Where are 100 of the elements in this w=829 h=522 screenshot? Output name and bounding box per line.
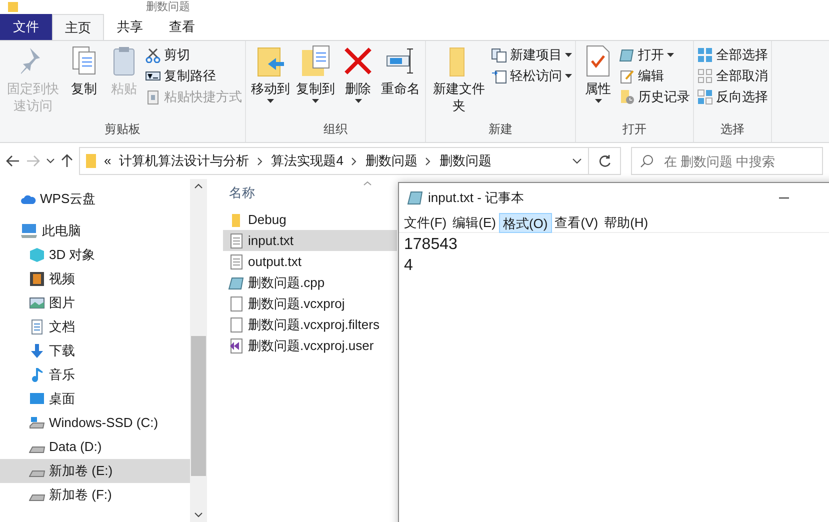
menu-item[interactable]: 格式(O) xyxy=(498,212,552,232)
nav-item[interactable]: Data (D:) xyxy=(0,435,190,459)
folder-icon xyxy=(86,154,96,168)
scrollbar[interactable] xyxy=(190,179,207,522)
file-item[interactable]: 删数问题.cpp xyxy=(223,272,397,293)
menu-item[interactable]: 帮助(H) xyxy=(601,212,652,232)
group-label: 剪贴板 xyxy=(104,121,142,138)
ribbon-button[interactable]: 打开 xyxy=(619,46,690,64)
group-label: 组织 xyxy=(322,121,348,138)
file-item[interactable]: Debug xyxy=(223,209,397,230)
ribbon-button[interactable]: 重命名 xyxy=(379,44,422,120)
dropdown-caret-icon xyxy=(354,99,362,103)
file-item[interactable]: output.txt xyxy=(223,251,397,272)
download-arrow-icon xyxy=(29,343,45,359)
picture-icon xyxy=(29,295,45,311)
desktop-icon xyxy=(29,391,45,407)
nav-item[interactable]: 下载 xyxy=(0,339,190,363)
ribbon-button[interactable]: 全部取消 xyxy=(697,67,768,85)
ribbon-button[interactable]: 移动到 xyxy=(249,44,292,120)
ribbon-button[interactable]: 复制路径 xyxy=(145,67,242,85)
nav-item[interactable]: 3D 对象 xyxy=(0,243,190,267)
up-arrow-icon[interactable] xyxy=(61,154,73,168)
drive-icon xyxy=(29,494,45,500)
ribbon-button[interactable]: 复制 xyxy=(65,44,103,120)
ribbon-button[interactable]: 属性 xyxy=(579,44,617,120)
nav-item[interactable]: 视频 xyxy=(0,267,190,291)
edit-icon xyxy=(619,68,635,84)
nav-item[interactable]: Windows-SSD (C:) xyxy=(0,411,190,435)
ribbon-button[interactable]: 历史记录 xyxy=(619,88,690,106)
menu-item[interactable]: 编辑(E) xyxy=(450,212,499,232)
text-file-icon xyxy=(228,232,244,248)
text-file-icon xyxy=(228,254,244,270)
chevron-down-icon xyxy=(194,512,203,518)
sort-caret-icon xyxy=(363,181,372,186)
drive-icon xyxy=(29,446,45,452)
music-note-icon xyxy=(29,367,45,383)
nav-item[interactable]: 新加卷 (E:) xyxy=(0,459,190,483)
text-line: 178543 xyxy=(404,235,458,255)
ribbon-tab[interactable]: 主页 xyxy=(52,14,104,40)
chevron-up-icon xyxy=(194,183,203,189)
ribbon-button[interactable]: 反向选择 xyxy=(697,88,768,106)
computer-icon xyxy=(20,223,38,239)
cube-icon xyxy=(29,247,45,263)
nav-item[interactable]: 图片 xyxy=(0,291,190,315)
nav-item[interactable]: 新加卷 (F:) xyxy=(0,483,190,507)
nav-item[interactable]: 文档 xyxy=(0,315,190,339)
scissors-icon xyxy=(145,47,161,63)
ribbon-button[interactable]: 新建项目 xyxy=(491,46,572,64)
chevron-down-icon[interactable] xyxy=(572,158,582,164)
text-line: 4 xyxy=(404,256,414,276)
menu-item[interactable]: 文件(F) xyxy=(401,212,450,232)
nav-item[interactable]: 桌面 xyxy=(0,387,190,411)
overflow-chevron[interactable]: « xyxy=(104,151,112,171)
dropdown-caret-icon xyxy=(667,53,674,57)
search-icon xyxy=(640,154,654,168)
back-arrow-icon[interactable] xyxy=(6,155,20,167)
refresh-button[interactable] xyxy=(589,147,621,175)
dropdown-caret-icon xyxy=(565,53,572,57)
select-none-icon xyxy=(697,68,713,84)
ribbon-button[interactable]: 复制到 xyxy=(294,44,337,120)
dropdown-caret-icon xyxy=(594,99,602,103)
text-area[interactable]: 178543 4 xyxy=(399,233,829,522)
breadcrumb[interactable]: 删数问题 xyxy=(365,151,418,171)
dropdown-caret-icon xyxy=(565,74,572,78)
ribbon-tab[interactable]: 文件 xyxy=(0,14,52,40)
cloud-icon xyxy=(20,193,36,205)
search-field[interactable]: 在 删数问题 中搜索 xyxy=(631,147,823,175)
column-header[interactable]: 名称 xyxy=(223,183,255,203)
windows-drive-icon xyxy=(29,415,45,431)
window-title: 删数问题 xyxy=(146,0,190,14)
breadcrumb[interactable]: 删数问题 xyxy=(439,151,492,171)
ribbon-button[interactable]: 编辑 xyxy=(619,67,690,85)
ribbon-button[interactable]: 全部选择 xyxy=(697,46,768,64)
nav-item[interactable]: WPS云盘 xyxy=(0,187,190,211)
invert-selection-icon xyxy=(697,89,713,105)
chevron-down-icon[interactable] xyxy=(46,158,55,164)
address-bar[interactable]: « 计算机算法设计与分析 算法实现题4 删数问题 删数问题 xyxy=(79,147,589,175)
file-item[interactable]: 删数问题.vcxproj.user xyxy=(223,335,397,356)
nav-item[interactable]: 此电脑 xyxy=(0,219,190,243)
ribbon-button[interactable]: 新建文件夹 xyxy=(429,44,489,120)
file-item[interactable]: 删数问题.vcxproj xyxy=(223,293,397,314)
film-icon xyxy=(29,271,45,287)
group-label: 打开 xyxy=(622,121,648,138)
file-item[interactable]: 删数问题.vcxproj.filters xyxy=(223,314,397,335)
menu-item[interactable]: 查看(V) xyxy=(552,212,602,232)
document-arrow-icon xyxy=(491,68,507,84)
history-icon xyxy=(619,89,635,105)
ribbon-tab[interactable]: 共享 xyxy=(104,14,156,40)
group-label: 选择 xyxy=(720,121,746,138)
ribbon-button[interactable]: 删除 xyxy=(339,44,377,120)
breadcrumb[interactable]: 计算机算法设计与分析 xyxy=(119,151,250,171)
minimize-icon[interactable] xyxy=(779,197,789,199)
project-file-icon xyxy=(228,338,244,354)
shortcut-icon xyxy=(145,89,161,105)
ribbon-button[interactable]: 剪切 xyxy=(145,46,242,64)
nav-item[interactable]: 音乐 xyxy=(0,363,190,387)
breadcrumb[interactable]: 算法实现题4 xyxy=(271,151,344,171)
ribbon-tab[interactable]: 查看 xyxy=(156,14,208,40)
ribbon-button[interactable]: 轻松访问 xyxy=(491,67,572,85)
file-item[interactable]: input.txt xyxy=(223,230,397,251)
